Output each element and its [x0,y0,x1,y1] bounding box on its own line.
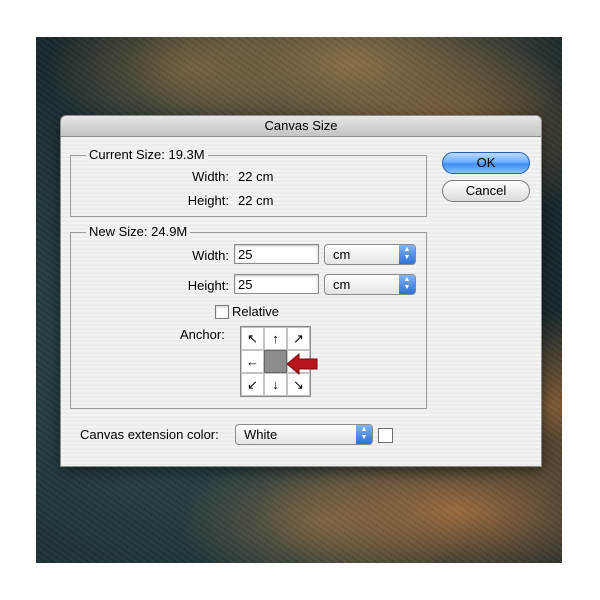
anchor-top-left[interactable]: ↖ [241,327,264,350]
dialog-title: Canvas Size [61,116,541,137]
current-width-label: Width: [192,169,229,184]
anchor-center[interactable] [264,350,287,373]
extension-color-value: White [244,427,278,442]
current-size-legend: Current Size: 19.3M [86,147,208,162]
chevron-updown-icon: ▲ ▼ [399,245,415,264]
anchor-bottom-left[interactable]: ↙ [241,373,264,396]
chevron-updown-icon: ▲ ▼ [356,425,372,444]
chevron-updown-icon: ▲ ▼ [399,275,415,294]
new-height-label: Height: [187,278,229,293]
anchor-top[interactable]: ↑ [264,327,287,350]
current-width-value: 22 cm [238,169,274,184]
height-unit-value: cm [333,277,351,292]
current-height-value: 22 cm [238,193,274,208]
new-width-label: Width: [192,248,229,263]
extension-color-label: Canvas extension color: [80,427,219,442]
height-unit-select[interactable]: cm ▲ ▼ [324,274,416,295]
height-input[interactable]: 25 [234,274,319,294]
anchor-bottom[interactable]: ↓ [264,373,287,396]
ok-button[interactable]: OK [442,152,530,174]
width-input[interactable]: 25 [234,244,319,264]
red-pointer-arrow-icon [287,353,318,375]
anchor-label: Anchor: [180,327,225,342]
extension-color-select[interactable]: White ▲ ▼ [235,424,373,445]
cancel-button[interactable]: Cancel [442,180,530,202]
width-unit-select[interactable]: cm ▲ ▼ [324,244,416,265]
relative-checkbox[interactable] [215,305,229,319]
relative-label: Relative [232,304,279,319]
anchor-top-right[interactable]: ↗ [287,327,310,350]
extension-color-swatch[interactable] [378,428,393,443]
anchor-bottom-right[interactable]: ↘ [287,373,310,396]
anchor-left[interactable]: ← [241,350,264,373]
new-size-legend: New Size: 24.9M [86,224,191,239]
width-unit-value: cm [333,247,351,262]
current-height-label: Height: [187,193,229,208]
